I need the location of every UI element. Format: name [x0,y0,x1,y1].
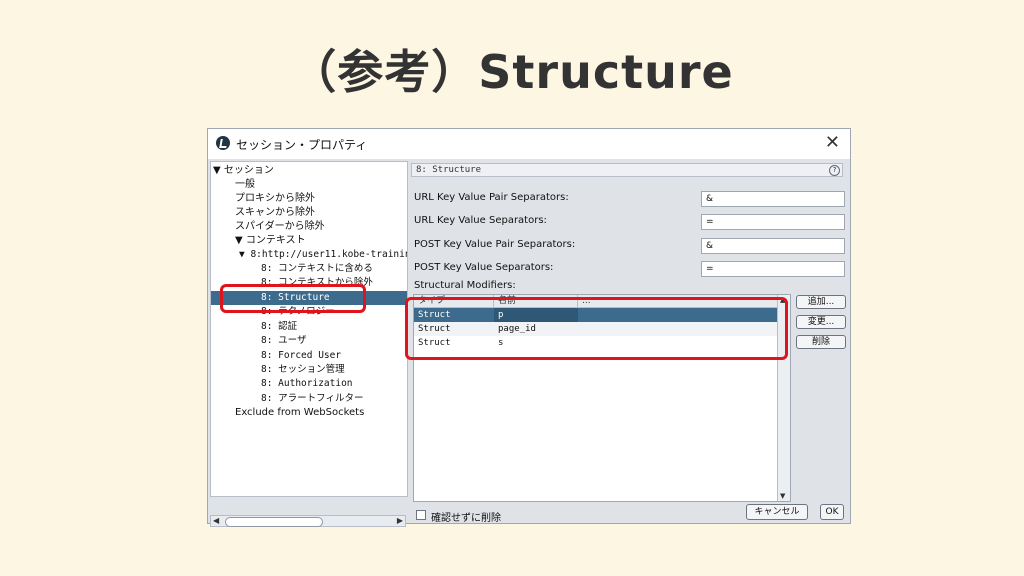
panel-header: 8: Structure ? [411,163,843,177]
table-row[interactable]: Struct p [414,308,778,322]
dialog-title: セッション・プロパティ [236,138,368,152]
cell-type: Struct [418,310,451,320]
tree-item[interactable]: 8: アラートフィルター [261,392,363,406]
slide-title: （参考）Structure [290,45,734,99]
post-kv-separators-label: POST Key Value Separators: [414,262,554,273]
url-kv-separators-field[interactable]: = [701,214,845,230]
cancel-button[interactable]: キャンセル [746,504,808,520]
table-header: タイプ 名前 ... [414,295,778,308]
tree-item[interactable]: 8: 認証 [261,320,297,334]
tree-item[interactable]: 8: Forced User [261,349,341,363]
table-row[interactable]: Struct s [414,336,778,350]
url-kv-pair-separators-field[interactable]: & [701,191,845,207]
app-icon [216,136,230,150]
tree-item[interactable]: 8: ユーザ [261,334,306,348]
scroll-down-icon[interactable]: ▼ [780,492,785,500]
tree-item[interactable]: 8: セッション管理 [261,363,345,377]
cell-extra [578,336,780,350]
column-header-name[interactable]: 名前 [494,295,578,307]
tree-item[interactable]: 8: テクノロジー [261,305,335,319]
structural-modifiers-table: タイプ 名前 ... Struct p Struct page_id Struc… [413,294,791,502]
cell-type: Struct [418,338,451,348]
cell-extra [578,322,780,336]
tree-item[interactable]: 8: Authorization [261,377,353,391]
cell-type: Struct [418,324,451,334]
tree-item[interactable]: スパイダーから除外 [235,220,325,234]
table-row[interactable]: Struct page_id [414,322,778,336]
tree-item[interactable]: 一般 [235,178,255,192]
tree-item[interactable]: 8: コンテキストから除外 [261,276,373,290]
session-tree: ▼ セッション 一般 プロキシから除外 スキャンから除外 スパイダーから除外 ▼ コンテキ… [210,161,408,497]
confirm-delete-checkbox[interactable] [416,510,426,520]
table-vertical-scrollbar[interactable]: ▲ ▼ [777,295,790,501]
structural-modifiers-label: Structural Modifiers: [414,280,516,291]
scroll-thumb[interactable] [225,517,323,527]
dialog-titlebar: セッション・プロパティ ✕ [208,129,850,159]
cell-name: p [494,308,578,322]
tree-item[interactable]: スキャンから除外 [235,206,315,220]
post-kv-pair-separators-label: POST Key Value Pair Separators: [414,239,576,250]
session-properties-dialog: セッション・プロパティ ✕ ▼ セッション 一般 プロキシから除外 スキャンから除外ス… [207,128,851,527]
tree-item[interactable]: Exclude from WebSockets [235,406,364,420]
tree-item[interactable]: ▼ 8:http://user11.kobe-training.nir [239,248,407,262]
cell-name: page_id [498,324,536,334]
confirm-delete-label: 確認せずに削除 [431,513,501,524]
help-icon[interactable]: ? [829,165,840,176]
column-header-type[interactable]: タイプ [414,295,494,307]
cell-name: s [498,338,504,348]
scroll-right-icon[interactable]: ▶ [397,516,403,525]
tree-item[interactable]: 8: Structure [211,291,407,305]
ok-button[interactable]: OK [820,504,844,520]
delete-button[interactable]: 削除 [796,335,846,349]
url-kv-pair-separators-label: URL Key Value Pair Separators: [414,192,569,203]
tree-item[interactable]: プロキシから除外 [235,192,315,206]
tree-horizontal-scrollbar[interactable]: ◀ ▶ [210,515,406,527]
panel-header-title: 8: Structure [416,165,482,175]
url-kv-separators-label: URL Key Value Separators: [414,215,547,226]
tree-item[interactable]: 8: コンテキストに含める [261,262,373,276]
edit-button[interactable]: 変更... [796,315,846,329]
scroll-left-icon[interactable]: ◀ [213,516,219,525]
scroll-up-icon[interactable]: ▲ [780,296,785,304]
column-header-extra[interactable]: ... [578,295,780,307]
close-icon[interactable]: ✕ [825,132,840,153]
post-kv-pair-separators-field[interactable]: & [701,238,845,254]
dialog-body: ▼ セッション 一般 プロキシから除外 スキャンから除外 スパイダーから除外 ▼ コンテキ… [208,159,850,527]
add-button[interactable]: 追加... [796,295,846,309]
tree-item[interactable]: ▼ セッション [213,164,274,178]
tree-item[interactable]: ▼ コンテキスト [235,234,306,248]
post-kv-separators-field[interactable]: = [701,261,845,277]
cell-extra [578,308,780,322]
